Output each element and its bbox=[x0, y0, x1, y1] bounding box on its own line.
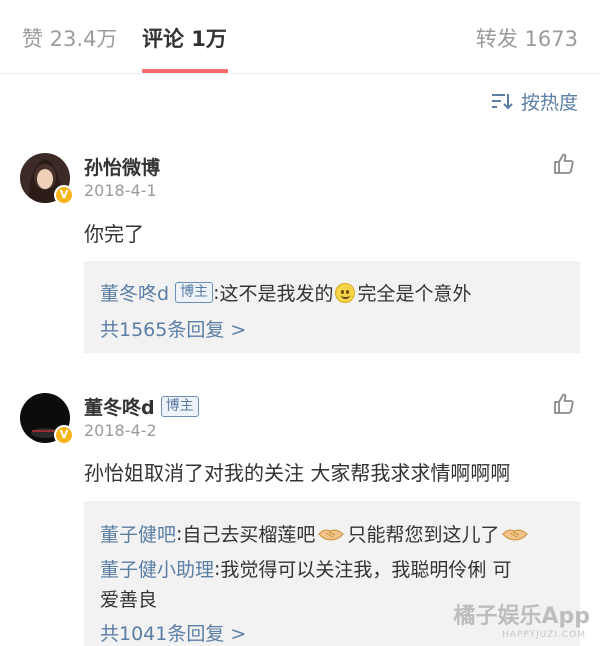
reply-item: 董子健小助理 : 我觉得可以关注我，我聪明伶俐 可 bbox=[100, 555, 511, 582]
reply-username[interactable]: 董子健吧 bbox=[100, 520, 176, 547]
reply-text: 这不是我发的 bbox=[219, 283, 334, 305]
reply-username[interactable]: 董子健小助理 bbox=[100, 555, 214, 582]
like-icon[interactable] bbox=[552, 392, 576, 416]
tab-comments[interactable]: 评论 1万 bbox=[142, 22, 227, 56]
avatar[interactable]: V bbox=[20, 153, 74, 205]
comment-username[interactable]: 董冬咚d 博主 bbox=[84, 393, 199, 420]
active-tab-indicator bbox=[142, 69, 228, 73]
author-badge: 博主 bbox=[160, 396, 199, 417]
comment-username[interactable]: 孙怡微博 bbox=[84, 153, 160, 180]
tab-likes[interactable]: 赞 23.4万 bbox=[22, 22, 117, 56]
verified-icon: V bbox=[54, 425, 74, 445]
reply-text-continued: 只能帮您到这儿了 bbox=[347, 524, 500, 546]
reply-text: 自己去买榴莲吧 bbox=[182, 524, 316, 546]
watermark-logo: 橘子娱乐App bbox=[453, 604, 590, 629]
comment-text: 孙怡姐取消了对我的关注 大家帮我求求情啊啊啊 bbox=[84, 461, 511, 485]
reply-text-continued: 完全是个意外 bbox=[357, 283, 472, 305]
reply-text-wrap: 爱善良 bbox=[100, 589, 158, 611]
reply-box: 董冬咚d 博主 : 这不是我发的 完全是个意外 共1565条回复 > bbox=[84, 261, 580, 353]
handshake-emoji-icon bbox=[318, 529, 345, 541]
sort-icon bbox=[491, 94, 513, 110]
sort-button[interactable]: 按热度 bbox=[491, 86, 578, 116]
reply-username[interactable]: 董冬咚d bbox=[100, 279, 169, 306]
tab-bar: 赞 23.4万 评论 1万 转发 1673 bbox=[0, 0, 600, 74]
reply-text: 我觉得可以关注我，我聪明伶俐 可 bbox=[220, 559, 512, 581]
view-replies-link[interactable]: 共1041条回复 > bbox=[100, 619, 246, 646]
comment-text: 你完了 bbox=[84, 222, 144, 246]
like-icon[interactable] bbox=[552, 152, 576, 176]
sort-label: 按热度 bbox=[520, 91, 578, 114]
reply-item: 董子健吧 : 自己去买榴莲吧 只能帮您到这儿了 bbox=[100, 520, 531, 547]
tab-reposts[interactable]: 转发 1673 bbox=[476, 22, 578, 56]
avatar[interactable]: V bbox=[20, 393, 74, 445]
reply-item: 董冬咚d 博主 : 这不是我发的 完全是个意外 bbox=[100, 279, 472, 306]
verified-icon: V bbox=[54, 185, 74, 205]
comment-date: 2018-4-1 bbox=[84, 181, 157, 200]
smile-emoji-icon bbox=[335, 282, 356, 303]
view-replies-link[interactable]: 共1565条回复 > bbox=[100, 315, 246, 342]
handshake-emoji-icon bbox=[502, 529, 529, 541]
author-badge: 博主 bbox=[175, 282, 214, 303]
watermark-url: HAPPYJUZI.COM bbox=[502, 630, 586, 640]
comment-date: 2018-4-2 bbox=[84, 421, 157, 440]
